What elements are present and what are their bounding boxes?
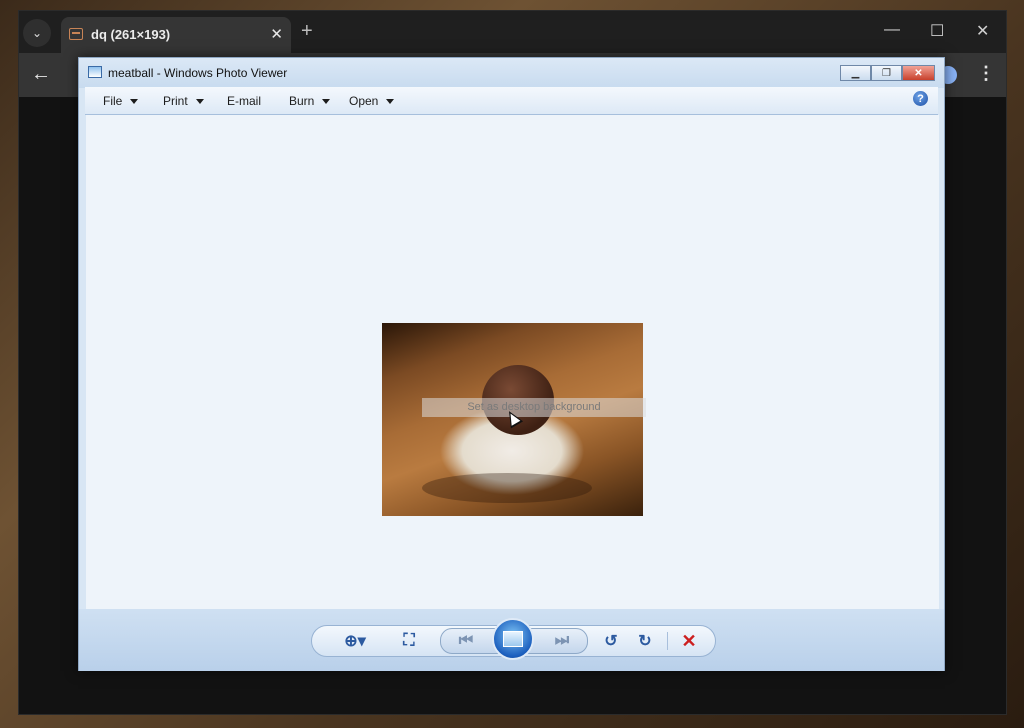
- minimize-icon[interactable]: —: [884, 21, 900, 39]
- control-bar: ⊕▾ ⛶ ⏮ ⏭ ↺ ↻ ✕: [79, 609, 944, 671]
- tooltip: Set as desktop background: [422, 398, 646, 417]
- photo-shadow: [422, 473, 592, 503]
- caption-buttons: ▁ ❐ ✕: [840, 65, 935, 83]
- previous-icon[interactable]: ⏮: [455, 630, 477, 652]
- maximize-icon[interactable]: ☐: [930, 21, 944, 41]
- menu-burn-label: Burn: [289, 94, 315, 108]
- help-icon[interactable]: ?: [913, 91, 928, 106]
- photo-viewer-app-icon: [88, 66, 102, 78]
- minimize-button[interactable]: ▁: [840, 65, 871, 81]
- menu-print[interactable]: Print: [163, 94, 204, 108]
- tab-search-icon[interactable]: ⌄: [23, 19, 51, 47]
- menu-burn[interactable]: Burn: [289, 94, 331, 108]
- menu-file[interactable]: File: [103, 94, 139, 108]
- title-bar[interactable]: meatball - Windows Photo Viewer ▁ ❐ ✕: [79, 58, 944, 88]
- fit-to-window-icon[interactable]: ⛶: [398, 630, 420, 652]
- slideshow-screen: [503, 631, 523, 647]
- menu-open[interactable]: Open: [349, 94, 395, 108]
- browser-tab[interactable]: dq (261×193) ✕: [61, 17, 291, 53]
- favicon-icon: [69, 28, 83, 40]
- menu-email[interactable]: E-mail: [227, 94, 261, 108]
- menu-file-label: File: [103, 94, 123, 108]
- photo-viewer-window: meatball - Windows Photo Viewer ▁ ❐ ✕ Fi…: [78, 57, 945, 671]
- dropdown-arrow-icon: [195, 99, 204, 105]
- separator: [667, 632, 668, 650]
- menu-open-label: Open: [349, 94, 379, 108]
- playback-controls: ⊕▾ ⛶ ⏮ ⏭ ↺ ↻ ✕: [311, 618, 716, 660]
- dropdown-arrow-icon: [386, 99, 395, 105]
- next-icon[interactable]: ⏭: [551, 630, 573, 652]
- menu-dots-icon[interactable]: ⋮: [977, 63, 995, 84]
- dropdown-arrow-icon: [322, 99, 331, 105]
- tab-strip: ⌄ dq (261×193) ✕ + — ☐ ✕: [19, 11, 1006, 53]
- restore-button[interactable]: ❐: [871, 65, 902, 81]
- menu-email-label: E-mail: [227, 94, 262, 108]
- close-icon[interactable]: ✕: [976, 21, 989, 41]
- close-icon[interactable]: ✕: [270, 25, 283, 43]
- rotate-clockwise-icon[interactable]: ↻: [634, 630, 656, 652]
- menu-print-label: Print: [163, 94, 188, 108]
- close-button[interactable]: ✕: [902, 65, 935, 81]
- window-title: meatball - Windows Photo Viewer: [108, 66, 288, 80]
- menu-bar: File Print E-mail Burn Open ?: [85, 87, 938, 115]
- rotate-counterclockwise-icon[interactable]: ↺: [600, 630, 622, 652]
- delete-icon[interactable]: ✕: [678, 630, 700, 652]
- slideshow-icon[interactable]: [492, 618, 534, 660]
- back-arrow-icon[interactable]: ←: [31, 63, 51, 86]
- dropdown-arrow-icon: [130, 99, 139, 105]
- plus-icon[interactable]: +: [301, 21, 313, 41]
- zoom-icon[interactable]: ⊕▾: [340, 630, 370, 652]
- tab-title: dq (261×193): [91, 27, 171, 42]
- image-canvas[interactable]: Set as desktop background: [86, 115, 939, 609]
